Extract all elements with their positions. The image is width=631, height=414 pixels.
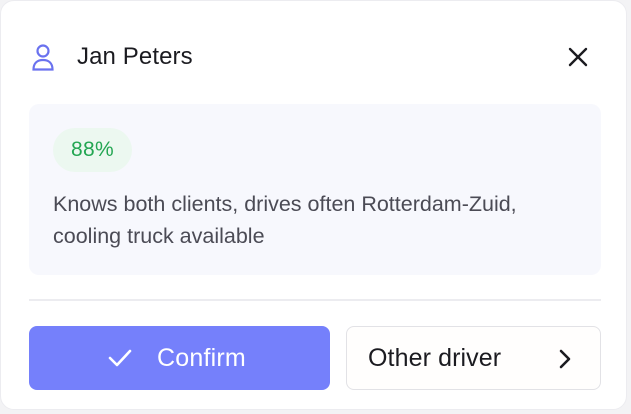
confirm-label: Confirm xyxy=(157,343,246,372)
match-score-badge: 88% xyxy=(53,128,132,172)
other-driver-label: Other driver xyxy=(368,343,502,372)
check-icon xyxy=(107,345,133,371)
close-icon[interactable] xyxy=(562,41,594,73)
confirm-button[interactable]: Confirm xyxy=(29,326,330,390)
user-icon xyxy=(31,42,57,72)
driver-suggestion-card: Jan Peters 88% Knows both clients, drive… xyxy=(0,0,627,410)
card-header: Jan Peters xyxy=(31,39,596,75)
divider xyxy=(29,299,601,301)
chevron-right-icon xyxy=(554,347,576,371)
other-driver-button[interactable]: Other driver xyxy=(346,326,601,390)
match-reason-text: Knows both clients, drives often Rotterd… xyxy=(53,192,517,248)
match-details-panel: 88% Knows both clients, drives often Rot… xyxy=(29,104,601,275)
driver-name: Jan Peters xyxy=(77,43,193,70)
